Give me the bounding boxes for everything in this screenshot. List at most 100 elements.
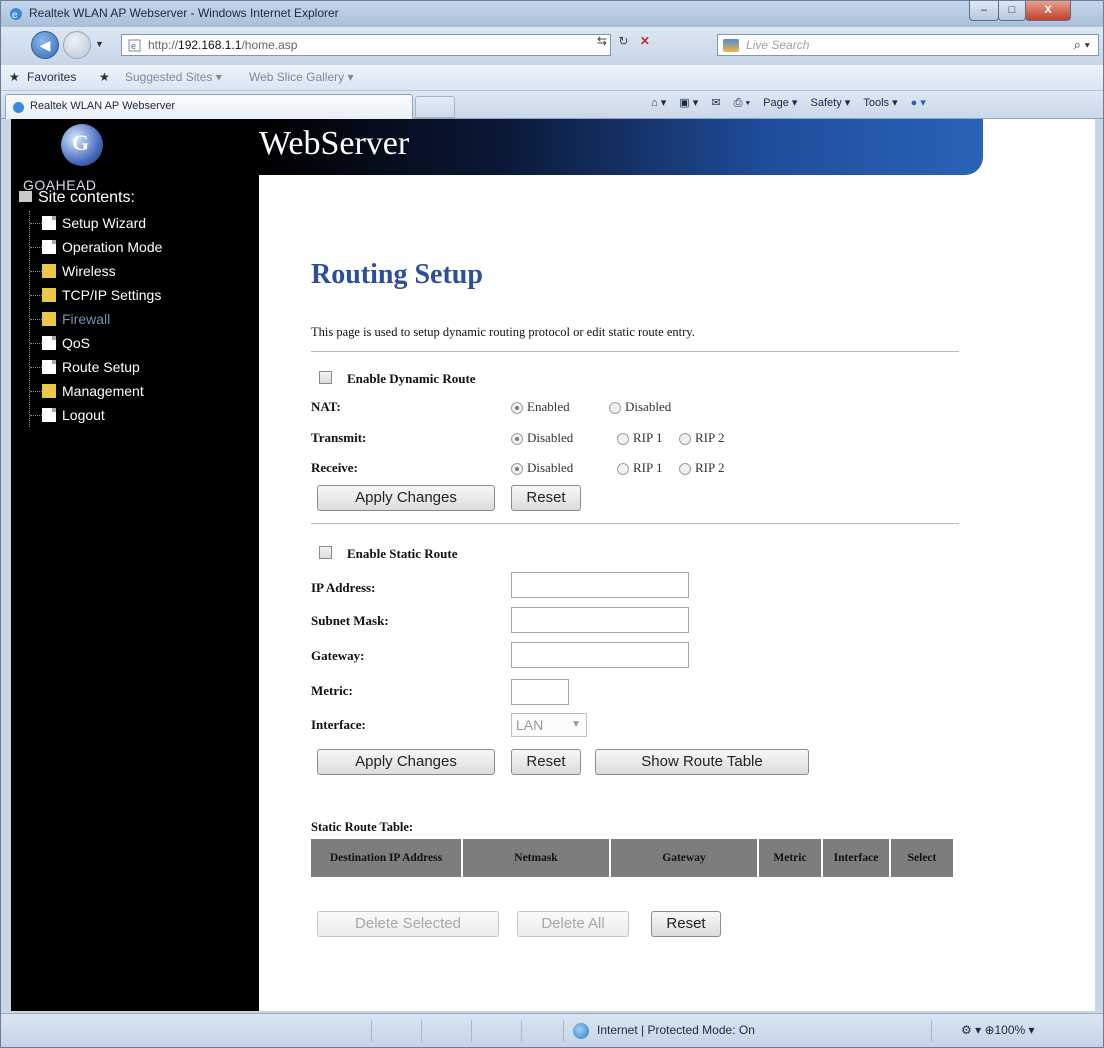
live-search-icon	[723, 39, 739, 52]
reset-table-button[interactable]: Reset	[651, 911, 721, 937]
status-bar: Internet | Protected Mode: On ⚙ ▾ ⊕100% …	[1, 1013, 1103, 1047]
svg-text:e: e	[131, 41, 136, 51]
refresh-icon[interactable]: ↻	[618, 34, 628, 48]
add-favorite-icon[interactable]: ★	[99, 70, 110, 84]
goahead-logo-icon: G	[61, 124, 103, 166]
subnet-mask-input[interactable]	[511, 607, 689, 633]
back-button[interactable]: ◀	[31, 31, 59, 59]
receive-label: Receive:	[311, 460, 358, 475]
column-select: Select	[891, 839, 953, 877]
column-metric: Metric	[759, 839, 821, 877]
stop-icon[interactable]: ✕	[640, 34, 650, 48]
apply-static-button[interactable]: Apply Changes	[317, 749, 495, 775]
receive-disabled-radio[interactable]	[511, 463, 523, 475]
document-icon	[42, 216, 56, 230]
help-icon[interactable]: ● ▾	[911, 97, 926, 109]
tools-menu[interactable]: Tools ▾	[863, 97, 897, 109]
close-button[interactable]: X	[1025, 1, 1071, 21]
table-header-row: Destination IP Address Netmask Gateway M…	[311, 839, 953, 877]
transmit-label: Transmit:	[311, 430, 367, 445]
sidebar-item-setup-wizard[interactable]: Setup Wizard	[30, 211, 162, 235]
tab-title: Realtek WLAN AP Webserver	[30, 100, 176, 112]
delete-all-button[interactable]: Delete All	[517, 911, 629, 937]
sidebar-item-logout[interactable]: Logout	[30, 403, 162, 427]
transmit-rip2-label: RIP 2	[695, 430, 725, 445]
tab-active[interactable]: Realtek WLAN AP Webserver	[5, 94, 413, 119]
browser-window: e Realtek WLAN AP Webserver - Windows In…	[0, 0, 1104, 1048]
reset-static-button[interactable]: Reset	[511, 749, 581, 775]
favorites-button[interactable]: Favorites	[27, 70, 76, 84]
suggested-sites-link[interactable]: Suggested Sites ▾	[125, 70, 222, 84]
favorites-star-icon: ★	[9, 70, 20, 84]
folder-icon	[42, 288, 56, 302]
ie-logo-icon: e	[10, 8, 22, 21]
gateway-label: Gateway:	[311, 648, 365, 663]
address-tools: ⇆ ↻ ✕	[589, 34, 650, 56]
enable-static-route-label: Enable Static Route	[347, 546, 458, 561]
svg-text:e: e	[12, 10, 18, 21]
minimize-button[interactable]: –	[969, 1, 999, 21]
maximize-button[interactable]: □	[998, 1, 1026, 21]
gateway-input[interactable]	[511, 642, 689, 668]
apply-dynamic-button[interactable]: Apply Changes	[317, 485, 495, 511]
web-slice-gallery-link[interactable]: Web Slice Gallery ▾	[249, 70, 354, 84]
route-table: Destination IP Address Netmask Gateway M…	[309, 837, 955, 879]
address-row: ◀ ▼ e http://192.168.1.1/home.asp ⇆ ↻ ✕ …	[1, 27, 1103, 65]
status-divider	[471, 1020, 472, 1042]
metric-input[interactable]	[511, 679, 569, 705]
page-viewport: G WebServer GOAHEAD Site contents: Setup…	[11, 119, 1095, 1011]
interface-select[interactable]: LAN ▼	[511, 713, 587, 737]
nat-disabled-radio[interactable]	[609, 402, 621, 414]
transmit-rip2-radio[interactable]	[679, 433, 691, 445]
receive-rip1-radio[interactable]	[617, 463, 629, 475]
recent-pages-dropdown-icon[interactable]: ▼	[95, 39, 104, 49]
transmit-rip1-radio[interactable]	[617, 433, 629, 445]
sidebar-item-tcpip-settings[interactable]: TCP/IP Settings	[30, 283, 162, 307]
title-bar: e Realtek WLAN AP Webserver - Windows In…	[1, 1, 1103, 27]
search-icon[interactable]: ⌕ ▾	[1074, 37, 1090, 53]
document-icon	[42, 336, 56, 350]
status-divider	[521, 1020, 522, 1042]
sidebar-item-firewall[interactable]: Firewall	[30, 307, 162, 331]
site-contents-heading: Site contents:	[19, 189, 135, 207]
page-icon: e	[128, 39, 141, 52]
status-divider	[931, 1020, 932, 1042]
safety-menu[interactable]: Safety ▾	[811, 97, 851, 109]
folder-icon	[42, 312, 56, 326]
enable-static-route-checkbox[interactable]	[319, 546, 332, 559]
receive-rip2-radio[interactable]	[679, 463, 691, 475]
ip-address-input[interactable]	[511, 572, 689, 598]
nat-enabled-radio[interactable]	[511, 402, 523, 414]
compat-view-icon[interactable]: ⇆	[597, 34, 607, 48]
security-zone-text[interactable]: Internet | Protected Mode: On	[597, 1023, 755, 1037]
metric-label: Metric:	[311, 683, 353, 698]
search-input[interactable]: Live Search ⌕ ▾	[717, 34, 1099, 56]
reset-dynamic-button[interactable]: Reset	[511, 485, 581, 511]
show-route-table-button[interactable]: Show Route Table	[595, 749, 809, 775]
print-icon[interactable]: ⎙ ▾	[734, 97, 750, 109]
interface-label: Interface:	[311, 717, 366, 732]
sidebar-item-wireless[interactable]: Wireless	[30, 259, 162, 283]
page-description: This page is used to setup dynamic routi…	[311, 325, 695, 339]
transmit-disabled-radio[interactable]	[511, 433, 523, 445]
divider	[311, 351, 959, 352]
address-input[interactable]: e http://192.168.1.1/home.asp	[121, 34, 611, 56]
forward-button[interactable]	[63, 31, 91, 59]
new-tab-button[interactable]	[415, 96, 455, 118]
home-icon[interactable]: ⌂ ▾	[651, 97, 666, 109]
nat-enabled-label: Enabled	[527, 399, 570, 414]
tab-row: Realtek WLAN AP Webserver	[1, 91, 1103, 119]
enable-dynamic-route-checkbox[interactable]	[319, 371, 332, 384]
sidebar-item-operation-mode[interactable]: Operation Mode	[30, 235, 162, 259]
zoom-control[interactable]: ⚙ ▾ ⊕100% ▾	[961, 1023, 1035, 1037]
sidebar-item-route-setup[interactable]: Route Setup	[30, 355, 162, 379]
subnet-mask-label: Subnet Mask:	[311, 613, 389, 628]
page-menu[interactable]: Page ▾	[763, 97, 797, 109]
column-netmask: Netmask	[463, 839, 609, 877]
feeds-icon[interactable]: ▣ ▾	[679, 97, 698, 109]
sidebar-item-management[interactable]: Management	[30, 379, 162, 403]
mail-icon[interactable]: ✉	[711, 97, 720, 109]
sidebar-item-qos[interactable]: QoS	[30, 331, 162, 355]
column-interface: Interface	[823, 839, 889, 877]
delete-selected-button[interactable]: Delete Selected	[317, 911, 499, 937]
